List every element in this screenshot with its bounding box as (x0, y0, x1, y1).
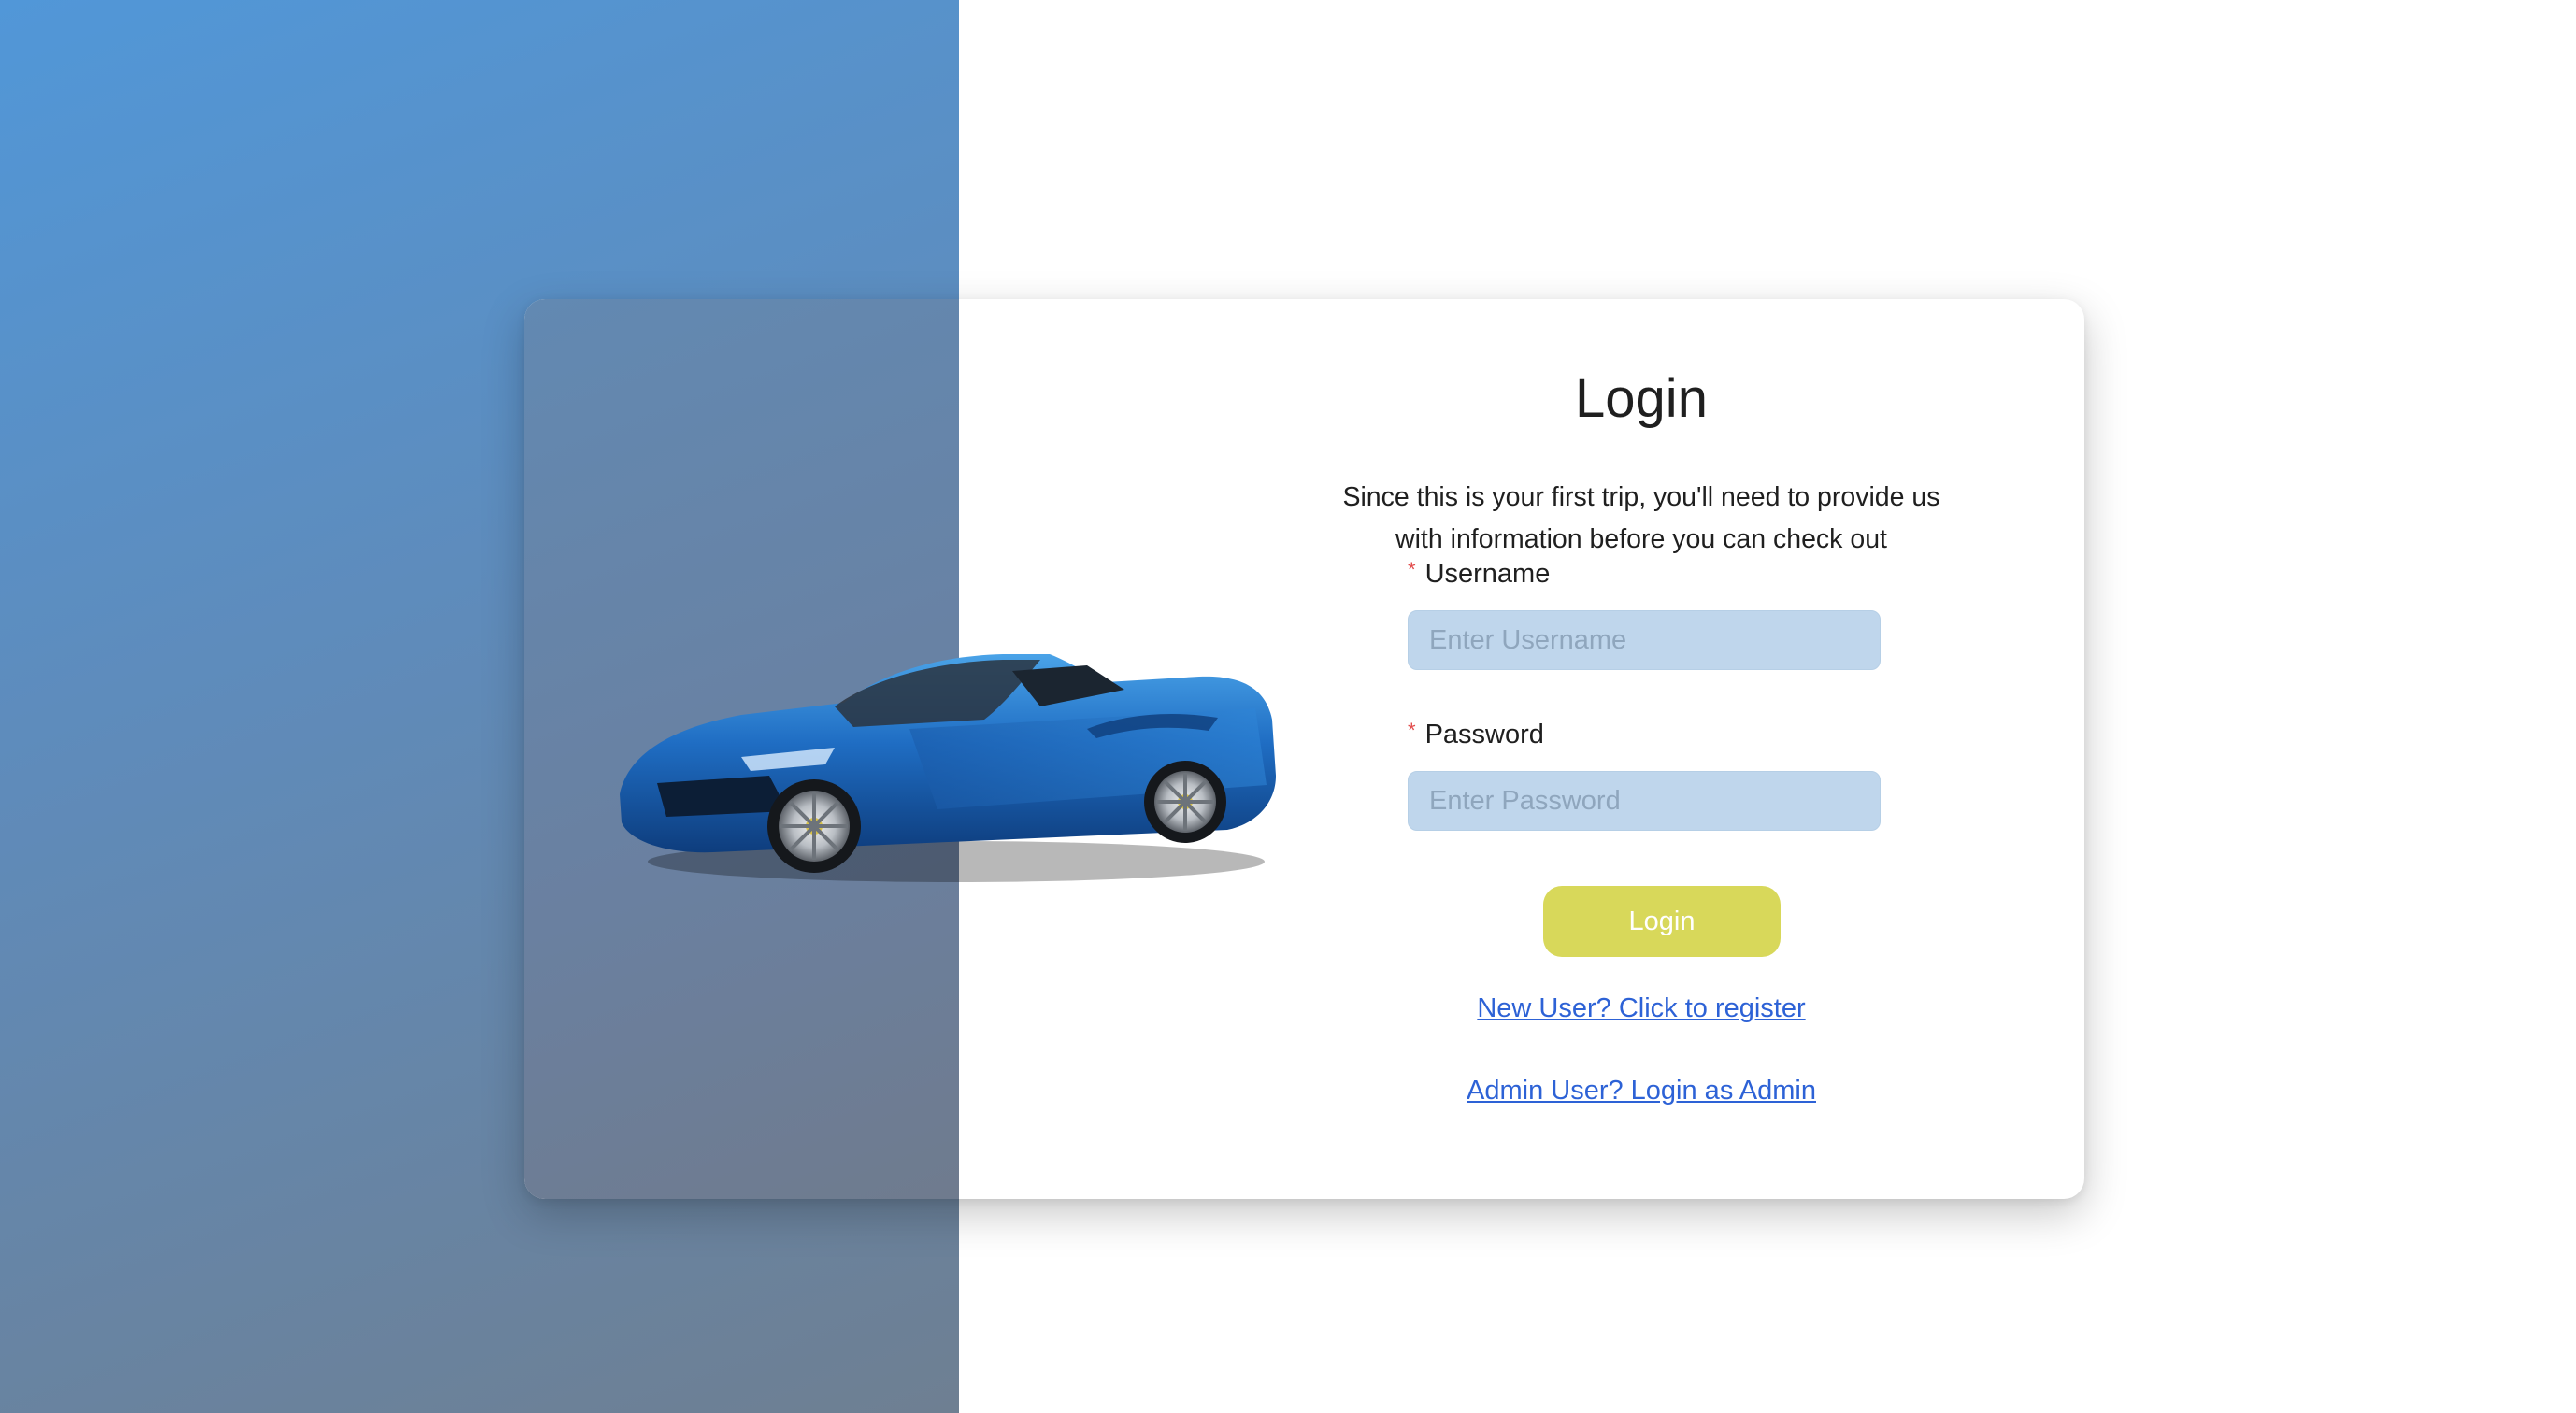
login-page: Login Since this is your first trip, you… (0, 0, 2576, 1413)
register-link[interactable]: New User? Click to register (1333, 995, 1950, 1022)
page-title: Login (1575, 368, 1708, 429)
admin-login-link[interactable]: Admin User? Login as Admin (1333, 1078, 1950, 1105)
instructions-line-1: Since this is your first trip, you'll ne… (1342, 482, 1940, 512)
username-label: * Username (1408, 558, 1551, 589)
password-label-text: Password (1424, 720, 1544, 749)
login-button[interactable]: Login (1543, 886, 1781, 957)
login-card: Login Since this is your first trip, you… (524, 299, 2084, 1199)
login-instructions: Since this is your first trip, you'll ne… (1333, 477, 1950, 561)
instructions-line-2: with information before you can check ou… (1395, 524, 1887, 554)
password-label: * Password (1408, 721, 1544, 749)
username-input[interactable] (1408, 610, 1881, 670)
required-asterisk: * (1408, 558, 1416, 581)
required-asterisk: * (1408, 719, 1416, 742)
car-image (620, 654, 1276, 882)
password-input[interactable] (1408, 771, 1881, 831)
login-form: Login Since this is your first trip, you… (1333, 299, 1950, 1199)
username-label-text: Username (1424, 559, 1551, 589)
